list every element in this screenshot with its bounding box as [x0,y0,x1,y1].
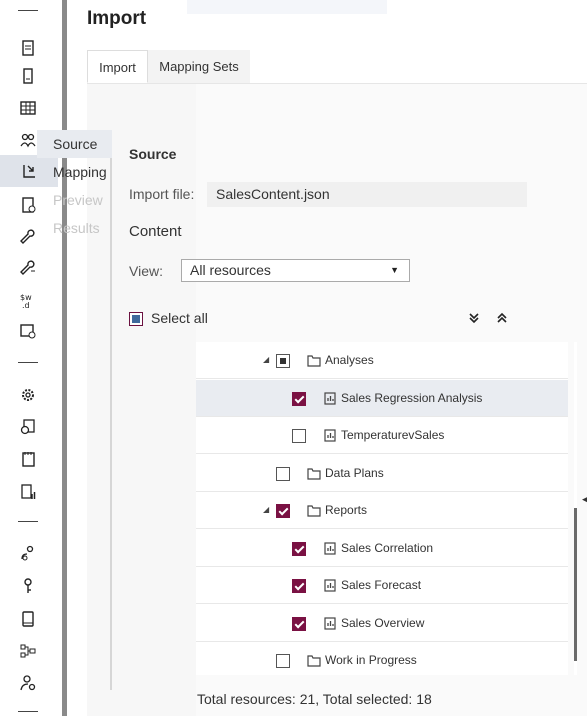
user-location-icon[interactable] [16,542,40,564]
notes-icon[interactable] [16,448,40,470]
report-item-icon [324,541,336,555]
tree-folder-row[interactable]: Data Plans [196,455,568,492]
page-title: Import [87,8,147,29]
svg-text:.d: .d [22,301,30,309]
table-icon[interactable] [16,97,40,119]
view-select-value: All resources [190,262,271,278]
user-settings-icon[interactable] [16,672,40,694]
tree-row-checkbox[interactable] [276,654,290,668]
report-item-icon [324,616,336,630]
tree-item-row[interactable]: Sales Regression Analysis [196,379,568,417]
workflow-icon[interactable] [16,640,40,662]
tree-item-row[interactable]: Sales Overview [196,605,568,642]
content-title: Content [129,223,182,240]
window-settings-icon[interactable] [16,320,40,342]
step-source[interactable]: Source [37,130,112,158]
tree-row-checkbox[interactable] [292,429,306,443]
tree-row-checkbox[interactable] [292,579,306,593]
expand-toggle-icon[interactable]: ◢ [263,355,269,364]
expand-toggle-icon[interactable]: ◢ [263,505,269,514]
tree-row-checkbox[interactable] [276,504,290,518]
select-all-checkbox[interactable] [129,312,143,326]
report-item-icon [324,429,336,442]
tablet-icon[interactable] [16,608,40,630]
panel-resize-icon[interactable]: ◀ [582,494,587,505]
tree-row-label: Work in Progress [325,653,417,667]
rail-separator [18,711,38,712]
folder-icon [307,505,321,517]
step-results: Results [53,220,100,236]
step-mapping[interactable]: Mapping [37,158,112,186]
folder-icon [307,467,321,480]
tree-folder-row[interactable]: ◢ Analyses [196,342,568,379]
view-select[interactable]: All resources ▼ [181,259,410,282]
tree-scrollbar-thumb[interactable] [574,508,577,661]
selection-summary: Total resources: 21, Total selected: 18 [197,691,432,707]
report-icon[interactable] [16,65,40,87]
tree-item-row[interactable]: Sales Forecast [196,567,568,604]
report-item-icon [324,391,336,405]
wizard-steps: Source Mapping Preview Results [37,130,112,242]
tree-item-row[interactable]: Sales Correlation [196,530,568,567]
tree-row-label: Sales Regression Analysis [341,390,483,405]
tree-row-checkbox[interactable] [292,541,306,556]
chevron-down-icon: ▼ [390,265,399,275]
tree-item-row[interactable]: TemperaturevSales [196,417,568,454]
content-tree[interactable]: ◢ Analyses Sales Regression Analysis Temper… [196,342,568,675]
folder-icon [307,655,321,667]
source-section-title: Source [129,146,177,162]
tree-row-label: Reports [325,503,368,517]
tree-folder-row[interactable]: ◢ Reports [196,492,568,529]
tree-row-checkbox[interactable] [292,391,306,406]
key-icon[interactable] [16,575,40,597]
chart-document-icon[interactable] [16,481,40,503]
gear-document-icon[interactable] [16,416,40,438]
tree-row-checkbox[interactable] [276,466,290,481]
tree-row-label: TemperaturevSales [341,428,445,442]
import-file-label: Import file: [129,186,195,202]
navigation-rail: $w .d [0,0,60,716]
view-label: View: [129,263,163,279]
import-file-field[interactable]: SalesContent.json [207,182,527,207]
title-bar-decoration [187,0,387,14]
tab-mapping-sets[interactable]: Mapping Sets [148,50,250,83]
report-item-icon [324,579,336,592]
tree-row-label: Sales Correlation [341,540,434,555]
tree-row-label: Analyses [325,353,374,367]
tree-row-label: Sales Overview [341,615,425,630]
wrench-list-icon[interactable] [16,257,40,279]
rail-separator [18,362,38,363]
tree-row-label: Sales Forecast [341,578,422,592]
select-all-label[interactable]: Select all [151,310,208,326]
rail-separator [18,10,38,11]
collapse-all-icon[interactable] [495,311,509,325]
data-format-icon[interactable]: $w .d [16,289,40,311]
folder-icon [307,355,321,367]
tree-folder-row[interactable]: Work in Progress [196,642,568,675]
expand-all-icon[interactable] [467,311,481,325]
tree-row-checkbox[interactable] [292,616,306,631]
step-preview: Preview [53,192,103,208]
tree-row-checkbox[interactable] [276,354,290,368]
tree-row-label: Data Plans [325,465,384,480]
gear-icon[interactable] [16,384,40,406]
document-icon[interactable] [16,37,40,59]
tab-import[interactable]: Import [87,50,148,83]
tab-bar: Import Mapping Sets [87,50,587,84]
rail-separator [18,521,38,522]
